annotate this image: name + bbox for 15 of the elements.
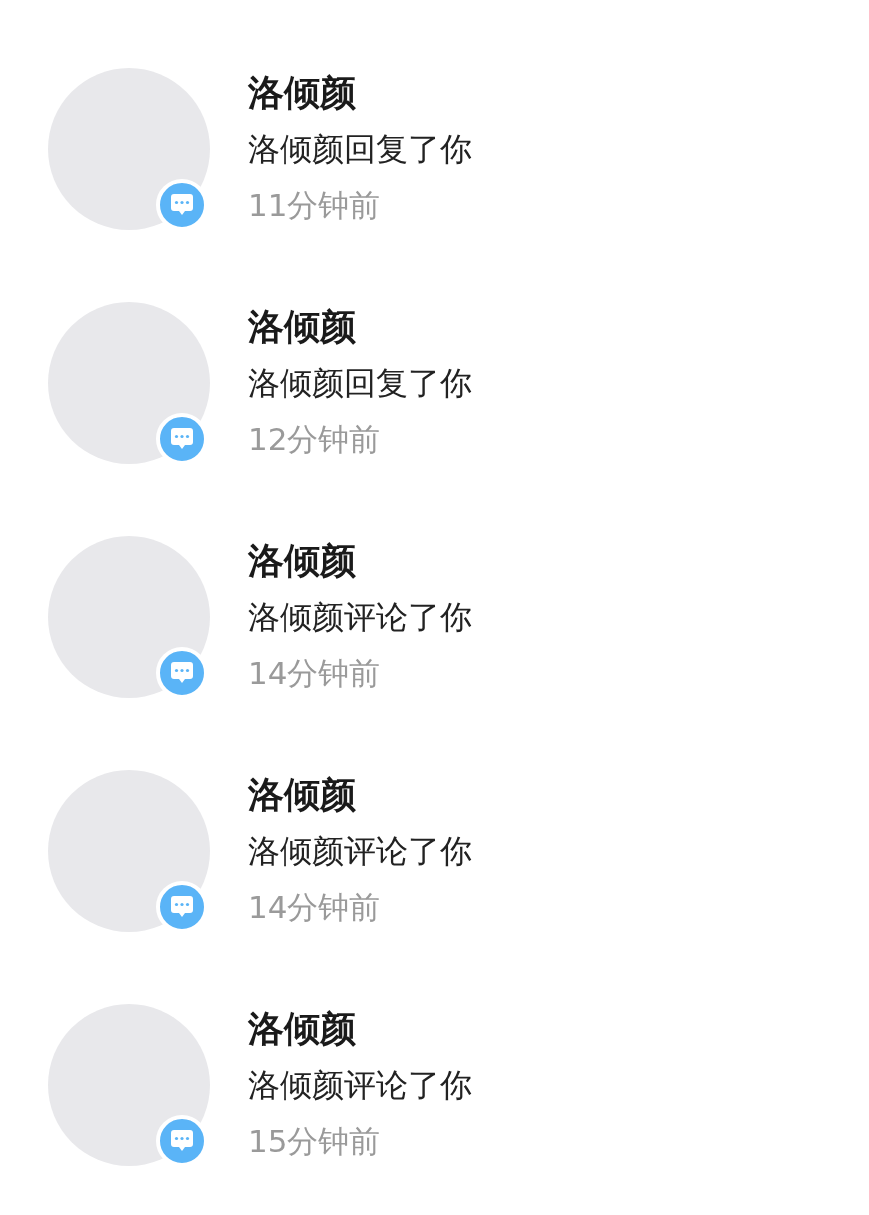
user-name: 洛倾颜 [248,305,356,349]
user-name: 洛倾颜 [248,1007,356,1051]
notification-time: 14分钟前 [248,654,381,693]
notification-time: 15分钟前 [248,1122,381,1161]
notification-message: 洛倾颜回复了你 [248,363,472,404]
user-name: 洛倾颜 [248,539,356,583]
user-name: 洛倾颜 [248,71,356,115]
notification-message: 洛倾颜回复了你 [248,129,472,170]
notification-message: 洛倾颜评论了你 [248,1065,472,1106]
notification-message: 洛倾颜评论了你 [248,831,472,872]
user-name: 洛倾颜 [248,773,356,817]
notification-time: 11分钟前 [248,186,381,225]
notification-time: 12分钟前 [248,420,381,459]
notification-message: 洛倾颜评论了你 [248,597,472,638]
notification-time: 14分钟前 [248,888,381,927]
